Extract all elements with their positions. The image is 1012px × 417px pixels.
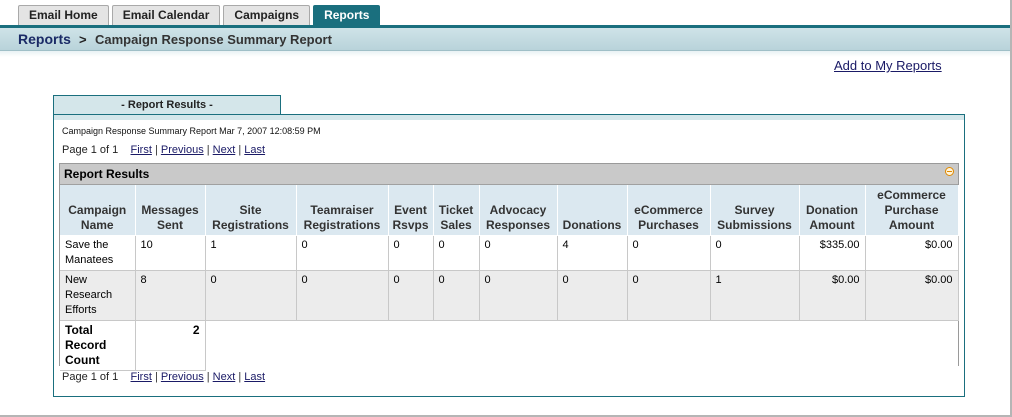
- table-cell: 8: [135, 270, 206, 321]
- pager-first-link[interactable]: First: [131, 144, 152, 156]
- pager-previous-link[interactable]: Previous: [161, 144, 204, 156]
- results-table: Campaign Name Messages Sent Site Registr…: [60, 185, 959, 371]
- results-heading: Report Results: [64, 167, 150, 181]
- table-cell: 0: [479, 235, 558, 271]
- column-header[interactable]: eCommerce Purchases: [627, 185, 711, 236]
- pager-top: Page 1 of 1 First | Previous | Next | La…: [62, 144, 265, 156]
- pager-first-link[interactable]: First: [131, 371, 152, 383]
- pager-separator: |: [206, 371, 210, 383]
- table-cell: $335.00: [799, 235, 866, 271]
- column-header[interactable]: Donations: [557, 185, 628, 236]
- table-cell: 1: [710, 270, 800, 321]
- results-header: Report Results: [60, 164, 958, 185]
- table-cell: $0.00: [865, 270, 959, 321]
- table-cell: 0: [205, 270, 297, 321]
- total-value: 2: [135, 320, 206, 371]
- table-cell: 4: [557, 235, 628, 271]
- table-cell: 0: [433, 270, 480, 321]
- pager-separator: |: [154, 371, 158, 383]
- table-cell: 0: [433, 235, 480, 271]
- table-row: Save the Manatees 10 1 0 0 0 0 4 0 0 $33…: [60, 235, 959, 271]
- column-header[interactable]: Ticket Sales: [433, 185, 480, 236]
- table-cell: 1: [205, 235, 297, 271]
- total-label: Total Record Count: [60, 320, 136, 371]
- page-title: Campaign Response Summary Report: [95, 32, 332, 47]
- column-header[interactable]: Advocacy Responses: [479, 185, 558, 236]
- breadcrumb-shadow: [0, 51, 1010, 57]
- pager-separator: |: [238, 371, 242, 383]
- table-cell: 0: [296, 270, 389, 321]
- column-header[interactable]: Site Registrations: [205, 185, 297, 236]
- table-cell: 0: [388, 235, 434, 271]
- pager-separator: |: [206, 144, 210, 156]
- breadcrumb-root-link[interactable]: Reports: [18, 31, 71, 47]
- tab-email-home[interactable]: Email Home: [18, 5, 109, 26]
- tab-email-calendar[interactable]: Email Calendar: [111, 5, 221, 26]
- tab-bar: Email Home Email Calendar Campaigns Repo…: [18, 5, 381, 26]
- pager-last-link[interactable]: Last: [244, 371, 265, 383]
- report-results-tab: - Report Results -: [53, 95, 281, 115]
- pager-page-text: Page 1 of 1: [62, 144, 119, 156]
- table-header-row: Campaign Name Messages Sent Site Registr…: [60, 185, 959, 236]
- table-cell: 0: [557, 270, 628, 321]
- column-header[interactable]: eCommerce Purchase Amount: [865, 185, 959, 236]
- column-header[interactable]: Messages Sent: [135, 185, 206, 236]
- column-header[interactable]: Event Rsvps: [388, 185, 434, 236]
- table-cell: 0: [710, 235, 800, 271]
- pager-page-text: Page 1 of 1: [62, 371, 119, 383]
- total-row: Total Record Count 2: [60, 320, 958, 371]
- column-header[interactable]: Donation Amount: [799, 185, 866, 236]
- table-row: New Research Efforts 8 0 0 0 0 0 0 0 1 $…: [60, 270, 959, 321]
- table-cell: New Research Efforts: [60, 270, 136, 321]
- table-cell: $0.00: [865, 235, 959, 271]
- pager-bottom: Page 1 of 1 First | Previous | Next | La…: [62, 371, 265, 383]
- results-box: Report Results Campaign Name Messages Se…: [59, 163, 959, 371]
- table-cell: $0.00: [799, 270, 866, 321]
- table-cell: 0: [627, 270, 711, 321]
- tab-reports[interactable]: Reports: [313, 5, 381, 26]
- total-row-filler: [205, 320, 958, 370]
- table-cell: 0: [627, 235, 711, 271]
- tab-campaigns[interactable]: Campaigns: [223, 5, 311, 26]
- report-description: Campaign Response Summary Report Mar 7, …: [62, 126, 321, 136]
- column-header[interactable]: Teamraiser Registrations: [296, 185, 389, 236]
- pager-next-link[interactable]: Next: [213, 371, 236, 383]
- table-cell: Save the Manatees: [60, 235, 136, 271]
- panel-top-strip: [54, 115, 964, 120]
- pager-next-link[interactable]: Next: [213, 144, 236, 156]
- pager-last-link[interactable]: Last: [244, 144, 265, 156]
- table-cell: 10: [135, 235, 206, 271]
- column-header[interactable]: Campaign Name: [60, 185, 136, 236]
- pager-previous-link[interactable]: Previous: [161, 371, 204, 383]
- column-header[interactable]: Survey Submissions: [710, 185, 800, 236]
- breadcrumb-separator: >: [79, 32, 87, 47]
- collapse-icon[interactable]: [945, 167, 954, 176]
- table-cell: 0: [388, 270, 434, 321]
- table-cell: 0: [479, 270, 558, 321]
- add-to-my-reports-link[interactable]: Add to My Reports: [834, 58, 942, 73]
- breadcrumb: Reports > Campaign Response Summary Repo…: [0, 28, 1010, 51]
- pager-separator: |: [238, 144, 242, 156]
- pager-separator: |: [154, 144, 158, 156]
- table-cell: 0: [296, 235, 389, 271]
- report-panel: Campaign Response Summary Report Mar 7, …: [53, 114, 965, 397]
